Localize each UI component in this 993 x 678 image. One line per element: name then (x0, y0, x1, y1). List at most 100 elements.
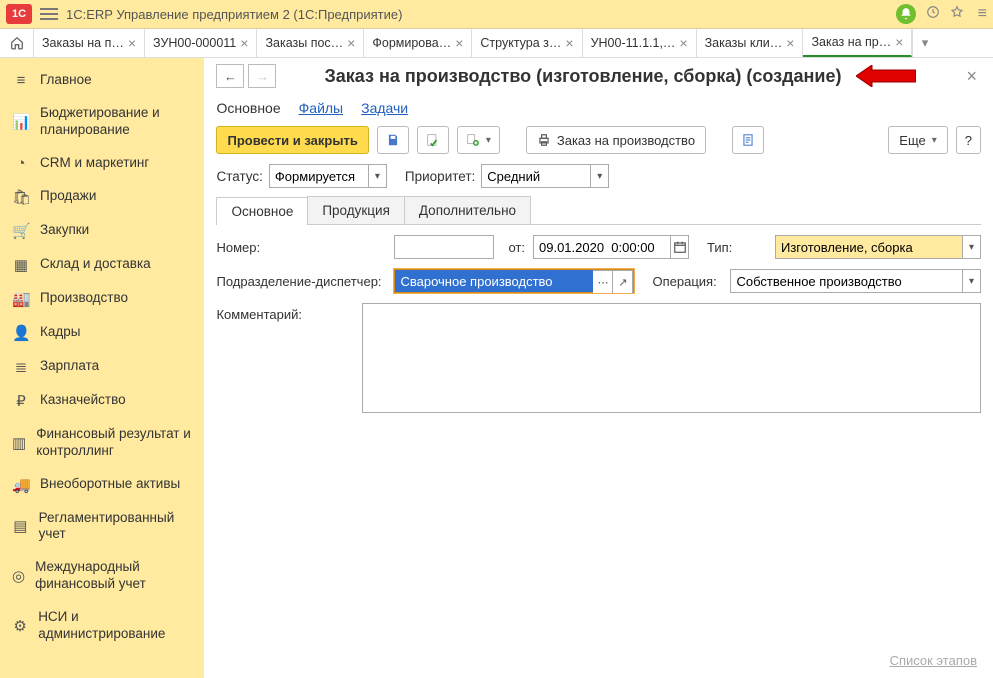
status-label: Статус: (216, 169, 262, 184)
ruble-icon: ₽ (12, 392, 30, 410)
menu-icon[interactable] (40, 8, 58, 20)
sidebar-item-treasury[interactable]: ₽Казначейство (0, 384, 204, 418)
open-icon[interactable]: ↗ (613, 270, 633, 294)
tab-2[interactable]: Заказы пос…× (257, 29, 364, 57)
history-icon[interactable] (926, 5, 940, 24)
lines-icon: ≣ (12, 358, 30, 376)
unit-input[interactable] (395, 270, 593, 292)
close-icon[interactable]: × (240, 35, 248, 51)
tabs-row: Заказы на п…× ЗУН00-000011× Заказы пос…×… (0, 28, 993, 58)
comment-textarea[interactable] (362, 303, 981, 413)
close-icon[interactable]: × (455, 35, 463, 51)
window-menu-icon[interactable]: ≡ (978, 5, 987, 23)
tab-0[interactable]: Заказы на п…× (34, 29, 145, 57)
sidebar-item-ifrs[interactable]: ◎Международный финансовый учет (0, 551, 204, 601)
date-field[interactable] (533, 235, 689, 259)
priority-combo[interactable]: ▾ (481, 164, 609, 188)
date-input[interactable] (533, 235, 671, 259)
close-icon[interactable]: × (679, 35, 687, 51)
sidebar-item-production[interactable]: 🏭Производство (0, 282, 204, 316)
subtab-main[interactable]: Основное (216, 100, 280, 116)
close-icon[interactable]: × (565, 35, 573, 51)
person-icon: 👤 (12, 324, 30, 342)
system-bar: 1C 1С:ERP Управление предприятием 2 (1С:… (0, 0, 993, 28)
sidebar-item-crm[interactable]: ◔CRM и маркетинг (0, 147, 204, 180)
tab-4[interactable]: Структура з…× (472, 29, 582, 57)
sidebar-item-purchase[interactable]: 🛒Закупки (0, 214, 204, 248)
sidebar-item-budget[interactable]: 📊Бюджетирование и планирование (0, 97, 204, 147)
ellipsis-icon[interactable]: ⋯ (593, 270, 613, 294)
back-button[interactable]: ← (216, 64, 244, 88)
more-button[interactable]: Еще▾ (888, 126, 947, 154)
sidebar-item-assets[interactable]: 🚚Внеоборотные активы (0, 468, 204, 502)
sidebar-item-main[interactable]: ≡Главное (0, 64, 204, 97)
operation-combo[interactable]: ▾ (730, 269, 981, 293)
report-button[interactable] (732, 126, 764, 154)
type-input[interactable] (775, 235, 963, 259)
globe-icon: ◎ (12, 567, 25, 585)
operation-input[interactable] (730, 269, 963, 293)
chevron-down-icon[interactable]: ▾ (963, 235, 981, 259)
nav-buttons: ← → (216, 64, 276, 88)
subtab-files[interactable]: Файлы (299, 100, 343, 116)
cart-icon: 🛒 (12, 222, 30, 240)
number-input[interactable] (394, 235, 494, 259)
tab-5[interactable]: УН00-11.1.1,…× (583, 29, 697, 57)
doctab-extra[interactable]: Дополнительно (404, 196, 531, 224)
close-icon[interactable]: × (895, 34, 903, 50)
doc-tabs: Основное Продукция Дополнительно (216, 196, 981, 225)
sidebar-item-hr[interactable]: 👤Кадры (0, 316, 204, 350)
help-button[interactable]: ? (956, 126, 981, 154)
doctab-main[interactable]: Основное (216, 197, 308, 225)
bell-icon[interactable] (896, 4, 916, 24)
number-label: Номер: (216, 240, 386, 255)
sidebar-item-warehouse[interactable]: ▦Склад и доставка (0, 248, 204, 282)
doctab-products[interactable]: Продукция (307, 196, 405, 224)
sidebar-item-sales[interactable]: 🛍Продажи (0, 180, 204, 214)
home-tab[interactable] (0, 29, 34, 57)
tab-6[interactable]: Заказы кли…× (697, 29, 804, 57)
priority-input[interactable] (481, 164, 591, 188)
unit-combo[interactable]: ⋯ ↗ (394, 269, 634, 293)
save-button[interactable] (377, 126, 409, 154)
type-combo[interactable]: ▾ (775, 235, 981, 259)
close-icon[interactable]: × (128, 35, 136, 51)
post-button[interactable] (417, 126, 449, 154)
sidebar-item-regaccounting[interactable]: ▤Регламентированный учет (0, 502, 204, 552)
attention-arrow-icon (856, 65, 916, 87)
close-icon[interactable]: × (786, 35, 794, 51)
chevron-down-icon[interactable]: ▾ (591, 164, 609, 188)
tab-7[interactable]: Заказ на пр…× (803, 29, 912, 57)
from-label: от: (508, 240, 525, 255)
status-input[interactable] (269, 164, 369, 188)
priority-label: Приоритет: (405, 169, 475, 184)
status-combo[interactable]: ▾ (269, 164, 387, 188)
bag-icon: 🛍 (12, 188, 30, 206)
page-title: Заказ на производство (изготовление, сбо… (324, 66, 841, 87)
stages-link[interactable]: Список этапов (890, 653, 977, 668)
sidebar-item-payroll[interactable]: ≣Зарплата (0, 350, 204, 384)
truck-icon: 🚚 (12, 476, 30, 494)
chevron-down-icon[interactable]: ▾ (963, 269, 981, 293)
calendar-icon[interactable] (671, 235, 689, 259)
sidebar-item-nsi[interactable]: ⚙НСИ и администрирование (0, 601, 204, 651)
close-icon[interactable]: × (347, 35, 355, 51)
star-icon[interactable] (950, 5, 964, 24)
logo-1c: 1C (6, 4, 32, 24)
close-page-button[interactable]: × (962, 66, 981, 87)
tab-3[interactable]: Формирова…× (364, 29, 472, 57)
print-order-button[interactable]: Заказ на производство (526, 126, 706, 154)
tabs-dropdown[interactable]: ▾ (912, 29, 936, 57)
forward-button[interactable]: → (248, 64, 276, 88)
tab-1[interactable]: ЗУН00-000011× (145, 29, 257, 57)
factory-icon: 🏭 (12, 290, 30, 308)
content-area: ← → Заказ на производство (изготовление,… (204, 58, 993, 678)
type-label: Тип: (707, 240, 767, 255)
post-and-close-button[interactable]: Провести и закрыть (216, 126, 368, 154)
comment-label: Комментарий: (216, 303, 353, 322)
chevron-down-icon[interactable]: ▾ (369, 164, 387, 188)
sidebar-item-finresult[interactable]: ▥Финансовый результат и контроллинг (0, 418, 204, 468)
sub-tabs: Основное Файлы Задачи (216, 94, 981, 126)
create-based-button[interactable]: ▾ (457, 126, 500, 154)
subtab-tasks[interactable]: Задачи (361, 100, 408, 116)
